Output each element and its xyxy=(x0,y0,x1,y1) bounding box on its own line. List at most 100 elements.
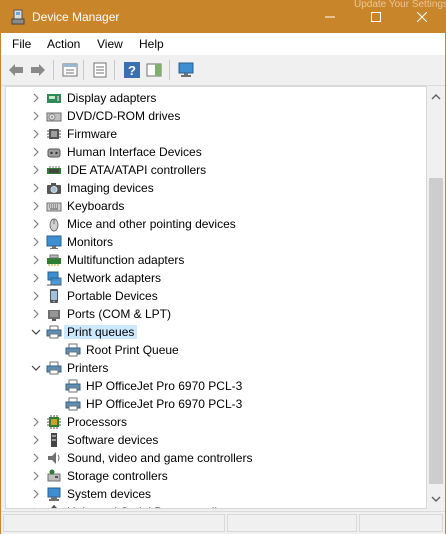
toolbar-separator xyxy=(53,60,54,80)
window-title: Device Manager xyxy=(32,10,120,24)
monitor-icon xyxy=(46,235,62,249)
tree-item-label: Processors xyxy=(67,415,128,429)
forward-arrow-icon[interactable] xyxy=(29,61,47,79)
device-category[interactable]: Software devices xyxy=(6,431,426,449)
chevron-right-icon[interactable] xyxy=(30,488,42,500)
usb-icon xyxy=(51,505,57,508)
device-item[interactable]: Root Print Queue xyxy=(6,341,426,359)
chevron-right-icon[interactable] xyxy=(30,452,42,464)
camera-icon xyxy=(47,183,61,194)
toolbar-separator xyxy=(83,60,84,80)
display-adapter-icon xyxy=(47,94,61,103)
printer-icon xyxy=(65,343,81,357)
scrollbar-thumb[interactable] xyxy=(429,178,443,484)
menu-action[interactable]: Action xyxy=(47,37,80,51)
device-category[interactable]: Mice and other pointing devices xyxy=(6,215,426,233)
menu-view[interactable]: View xyxy=(97,37,123,51)
title-bar[interactable]: Device Manager Update Your Settings xyxy=(1,0,446,33)
chevron-right-icon[interactable] xyxy=(30,110,42,122)
device-category[interactable]: Multifunction adapters xyxy=(6,251,426,269)
network-adapter-icon xyxy=(47,271,62,286)
device-category[interactable]: Keyboards xyxy=(6,197,426,215)
chevron-right-icon[interactable] xyxy=(30,146,42,158)
toolbar-separator xyxy=(114,60,115,80)
chevron-down-icon[interactable] xyxy=(30,326,42,338)
chevron-right-icon[interactable] xyxy=(30,506,42,509)
back-arrow-icon[interactable] xyxy=(7,61,25,79)
device-category[interactable]: Sound, video and game controllers xyxy=(6,449,426,467)
properties-icon[interactable] xyxy=(61,61,79,79)
tree-item-label: Print queues xyxy=(64,325,138,339)
chevron-right-icon[interactable] xyxy=(30,182,42,194)
chevron-right-icon[interactable] xyxy=(30,290,42,302)
maximize-icon xyxy=(371,12,381,22)
printer-icon xyxy=(46,361,62,375)
chevron-right-icon[interactable] xyxy=(30,272,42,284)
chevron-right-icon[interactable] xyxy=(30,200,42,212)
chevron-right-icon[interactable] xyxy=(30,164,42,176)
device-category[interactable]: Ports (COM & LPT) xyxy=(6,305,426,323)
device-category[interactable]: Storage controllers xyxy=(6,467,426,485)
menu-help[interactable]: Help xyxy=(139,37,164,51)
maximize-button[interactable] xyxy=(353,1,399,33)
storage-controller-icon xyxy=(47,469,61,482)
device-category[interactable]: Imaging devices xyxy=(6,179,426,197)
ide-controller-icon xyxy=(47,166,61,174)
chevron-right-icon[interactable] xyxy=(30,470,42,482)
menu-file[interactable]: File xyxy=(12,37,31,51)
device-category[interactable]: System devices xyxy=(6,485,426,503)
chevron-right-icon[interactable] xyxy=(30,434,42,446)
update-driver-icon[interactable] xyxy=(91,61,109,79)
device-category[interactable]: Print queues xyxy=(6,323,426,341)
scroll-down-arrow-icon[interactable] xyxy=(431,494,441,504)
tree-item-label: Network adapters xyxy=(67,271,162,285)
chevron-right-icon[interactable] xyxy=(30,236,42,248)
device-category[interactable]: Printers xyxy=(6,359,426,377)
device-category[interactable]: Human Interface Devices xyxy=(6,143,426,161)
close-button[interactable] xyxy=(399,1,445,33)
status-cell-main xyxy=(3,514,225,532)
device-category[interactable]: Display adapters xyxy=(6,89,426,107)
vertical-scrollbar[interactable] xyxy=(427,86,445,509)
chevron-right-icon[interactable] xyxy=(30,218,42,230)
printer-icon xyxy=(65,379,81,393)
tree-item-label: Mice and other pointing devices xyxy=(67,217,236,231)
chevron-right-icon[interactable] xyxy=(30,92,42,104)
minimize-button[interactable] xyxy=(307,1,353,33)
chevron-right-icon[interactable] xyxy=(30,254,42,266)
device-item[interactable]: HP OfficeJet Pro 6970 PCL-3 xyxy=(6,377,426,395)
device-category[interactable]: Network adapters xyxy=(6,269,426,287)
action-pane-icon[interactable] xyxy=(145,61,163,79)
tree-item-label: DVD/CD-ROM drives xyxy=(67,109,181,123)
device-category[interactable]: DVD/CD-ROM drives xyxy=(6,107,426,125)
device-category[interactable]: Firmware xyxy=(6,125,426,143)
tree-item-label: IDE ATA/ATAPI controllers xyxy=(67,163,207,177)
status-cell-secondary xyxy=(227,514,357,532)
device-category[interactable]: Processors xyxy=(6,413,426,431)
help-icon[interactable]: ? xyxy=(123,61,141,79)
hid-icon xyxy=(47,148,61,158)
toolbar: ? xyxy=(1,55,445,86)
device-manager-window: Device Manager Update Your Settings File… xyxy=(0,0,446,534)
svg-text:?: ? xyxy=(128,63,136,78)
tree-item-label: System devices xyxy=(67,487,152,501)
device-item[interactable]: HP OfficeJet Pro 6970 PCL-3 xyxy=(6,395,426,413)
scroll-up-arrow-icon[interactable] xyxy=(431,92,441,102)
scan-hardware-icon[interactable] xyxy=(177,61,195,79)
device-category[interactable]: Monitors xyxy=(6,233,426,251)
tree-item-label: Monitors xyxy=(67,235,114,249)
port-icon xyxy=(48,310,60,321)
device-tree[interactable]: Display adapters DVD/CD-ROM drives Firmwar… xyxy=(5,86,427,509)
device-category[interactable]: Universal Serial Bus controllers xyxy=(6,503,426,509)
chevron-down-icon[interactable] xyxy=(30,362,42,374)
tree-item-label: Storage controllers xyxy=(67,469,168,483)
portable-device-icon xyxy=(50,289,58,303)
chevron-right-icon[interactable] xyxy=(30,416,42,428)
processor-icon xyxy=(47,415,61,429)
software-device-icon xyxy=(51,433,57,447)
device-category[interactable]: Portable Devices xyxy=(6,287,426,305)
chevron-right-icon[interactable] xyxy=(30,128,42,140)
device-category[interactable]: IDE ATA/ATAPI controllers xyxy=(6,161,426,179)
firmware-icon xyxy=(47,129,61,139)
chevron-right-icon[interactable] xyxy=(30,308,42,320)
